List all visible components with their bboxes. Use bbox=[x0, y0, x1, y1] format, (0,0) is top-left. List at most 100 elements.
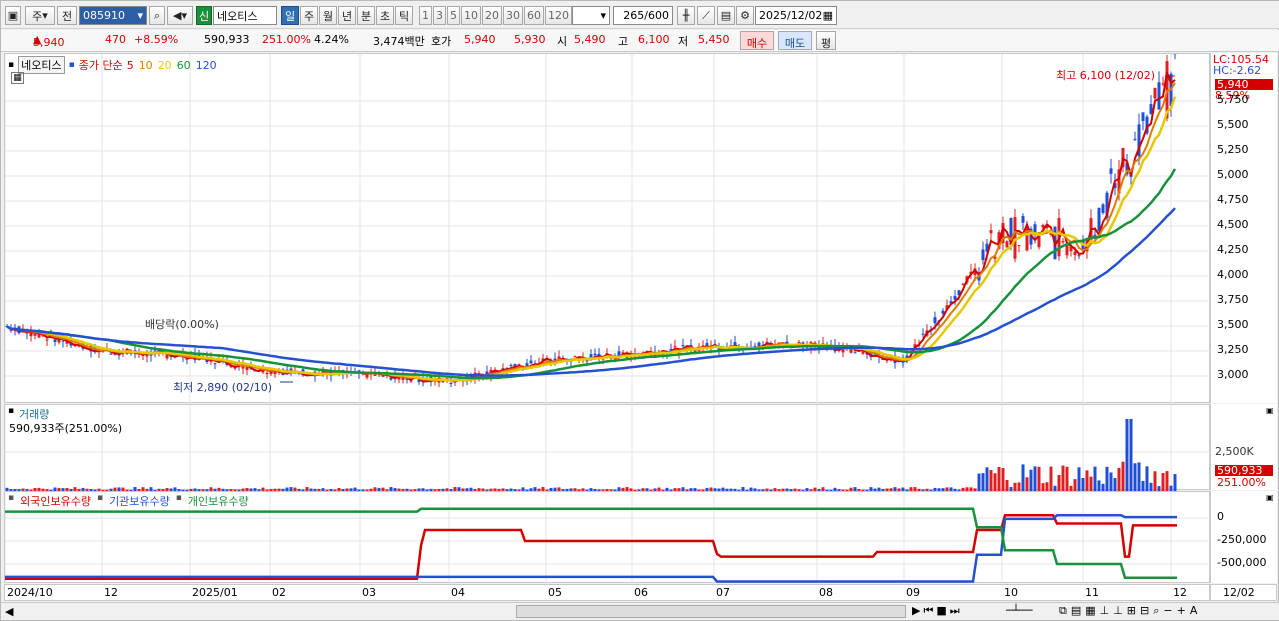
period-tab-4[interactable]: 분 bbox=[357, 6, 375, 25]
interval-button-3[interactable]: 3 bbox=[433, 6, 446, 25]
view-tool-icons[interactable]: ⧉▤▦⊥⊥⊞⊟⌕−+A bbox=[1059, 604, 1201, 618]
interval-button-5[interactable]: 5 bbox=[447, 6, 460, 25]
gear-icon[interactable]: ⚙ bbox=[736, 6, 754, 25]
interval-button-30[interactable]: 30 bbox=[503, 6, 523, 25]
period-tab-3[interactable]: 년 bbox=[338, 6, 356, 25]
volume-bar bbox=[1089, 476, 1093, 491]
candle-body bbox=[573, 356, 577, 358]
interval-button-20[interactable]: 20 bbox=[482, 6, 502, 25]
candle-body bbox=[381, 375, 385, 377]
price-tick: 4,000 bbox=[1217, 268, 1249, 281]
stock-name-field[interactable]: 네오티스 bbox=[213, 6, 277, 25]
x-tick: 2024/10 bbox=[7, 586, 53, 599]
prev-button[interactable]: 전 bbox=[57, 6, 77, 25]
ma-legend-60[interactable]: 60 bbox=[177, 59, 191, 72]
chart-scrollbar[interactable]: ◀ ▶⏮■⏭ ─┴── ⧉▤▦⊥⊥⊞⊟⌕−+A bbox=[1, 602, 1279, 620]
save-icon[interactable]: ▤ bbox=[717, 6, 735, 25]
code-input[interactable]: 085910 ▾ bbox=[79, 6, 147, 25]
playback-icons[interactable]: ▶⏮■⏭ bbox=[912, 604, 963, 618]
hoga-label: 호가 bbox=[431, 35, 452, 48]
volume-bar bbox=[1013, 482, 1017, 491]
collapse-icon[interactable]: ▪ bbox=[8, 60, 14, 70]
holding-legend-0[interactable]: 외국인보유수량 bbox=[20, 493, 91, 509]
period-tab-5[interactable]: 초 bbox=[376, 6, 394, 25]
ma-legend-10[interactable]: 10 bbox=[139, 59, 153, 72]
volume-bar bbox=[1141, 480, 1145, 491]
scroll-left-icon[interactable]: ◀ bbox=[5, 605, 13, 618]
market-select[interactable]: 주 ▾ bbox=[25, 6, 55, 25]
calendar-icon[interactable]: ▦ bbox=[823, 9, 833, 22]
buy-button[interactable]: 매수 bbox=[740, 31, 774, 50]
eval-button[interactable]: 평 bbox=[816, 31, 836, 50]
holding-close-icon[interactable]: ▣ bbox=[1266, 493, 1274, 502]
interval-button-120[interactable]: 120 bbox=[545, 6, 572, 25]
x-tick: 03 bbox=[362, 586, 376, 599]
period-tab-6[interactable]: 틱 bbox=[395, 6, 413, 25]
candle-body bbox=[529, 360, 533, 364]
ma-legend-5[interactable]: 5 bbox=[127, 59, 134, 72]
period-tab-2[interactable]: 월 bbox=[319, 6, 337, 25]
speaker-icon[interactable]: ◀▾ bbox=[167, 6, 193, 25]
ma-legend-120[interactable]: 120 bbox=[196, 59, 217, 72]
price-tick: 5,500 bbox=[1217, 118, 1249, 131]
main-toolbar: ▣ 주 ▾ 전 085910 ▾ ⌕ ◀▾ 신 네오티스 일주월년분초틱 1 3 5 10… bbox=[1, 1, 1279, 29]
holding-legend-2[interactable]: 개인보유수량 bbox=[188, 493, 249, 509]
volume-last-tag: 590,933 bbox=[1215, 465, 1273, 476]
volume-chart[interactable] bbox=[4, 405, 1211, 491]
bid-price: 5,930 bbox=[514, 33, 546, 46]
volume-bar bbox=[1065, 466, 1069, 491]
window-icon[interactable]: ▣ bbox=[5, 6, 21, 25]
zoom-slider-icon[interactable]: ─┴── bbox=[1006, 604, 1033, 617]
x-tick: 12 bbox=[1173, 586, 1187, 599]
price-tick: 3,500 bbox=[1217, 318, 1249, 331]
line-tool-icon[interactable]: ⟋ bbox=[697, 6, 715, 25]
x-axis-right: 12/02 bbox=[1210, 584, 1277, 601]
count-field[interactable]: 265/600 bbox=[613, 6, 673, 25]
price-rate: +8.59% bbox=[134, 33, 179, 46]
candle-icon[interactable]: ╫ bbox=[677, 6, 695, 25]
x-tick: 02 bbox=[272, 586, 286, 599]
period-tab-1[interactable]: 주 bbox=[300, 6, 318, 25]
prev-label: 전 bbox=[61, 9, 73, 23]
volume-bar bbox=[981, 473, 985, 491]
legend-stock[interactable]: 네오티스 bbox=[18, 56, 65, 74]
date-value: 2025/12/02 bbox=[759, 9, 823, 22]
volume-panel: ▪ 거래량 590,933주(251.00%) bbox=[4, 404, 1211, 491]
volume-bar bbox=[1017, 482, 1021, 491]
price-chart[interactable] bbox=[4, 44, 1211, 404]
volume-close-icon[interactable]: ▣ bbox=[1266, 406, 1274, 415]
price-tick: 4,250 bbox=[1217, 243, 1249, 256]
sell-button[interactable]: 매도 bbox=[778, 31, 812, 50]
vol-collapse-icon[interactable]: ▪ bbox=[8, 406, 14, 416]
holding-tick: 0 bbox=[1217, 510, 1224, 523]
ma-legend-20[interactable]: 20 bbox=[158, 59, 172, 72]
candle-body bbox=[153, 350, 157, 352]
grid-icon[interactable]: ▦ bbox=[11, 72, 24, 84]
candle-body bbox=[989, 230, 993, 234]
period-tab-0[interactable]: 일 bbox=[281, 6, 299, 25]
x-tick: 06 bbox=[634, 586, 648, 599]
candle-body bbox=[853, 352, 857, 354]
volume-bar bbox=[1021, 464, 1025, 491]
volume-bar bbox=[1105, 466, 1109, 491]
candle-body bbox=[33, 333, 37, 336]
volume-bar bbox=[989, 470, 993, 491]
candle-body bbox=[1077, 255, 1081, 257]
holding-marker-icon: ▪ bbox=[175, 493, 182, 503]
x-axis: 2024/10 12 2025/01 02 03 04 05 06 07 08 09 10 11 12 bbox=[4, 584, 1210, 601]
interval-buttons: 1 3 5 10 20 30 60 120 bbox=[419, 6, 572, 25]
candle-body bbox=[61, 340, 65, 342]
scroll-thumb[interactable] bbox=[516, 605, 906, 618]
interval-input[interactable]: ▾ bbox=[572, 6, 610, 25]
date-field[interactable]: 2025/12/02 ▦ bbox=[755, 6, 837, 25]
search-icon[interactable]: ⌕ bbox=[149, 6, 165, 25]
interval-button-1[interactable]: 1 bbox=[419, 6, 432, 25]
interval-button-60[interactable]: 60 bbox=[524, 6, 544, 25]
candle-body bbox=[45, 339, 49, 341]
volume-bar bbox=[1057, 474, 1061, 491]
volume-bar bbox=[1145, 466, 1149, 491]
holding-legend-1[interactable]: 기관보유수량 bbox=[109, 493, 170, 509]
candle-body bbox=[681, 345, 685, 347]
interval-button-10[interactable]: 10 bbox=[461, 6, 481, 25]
volume-last-rate: 251.00% bbox=[1217, 476, 1266, 489]
